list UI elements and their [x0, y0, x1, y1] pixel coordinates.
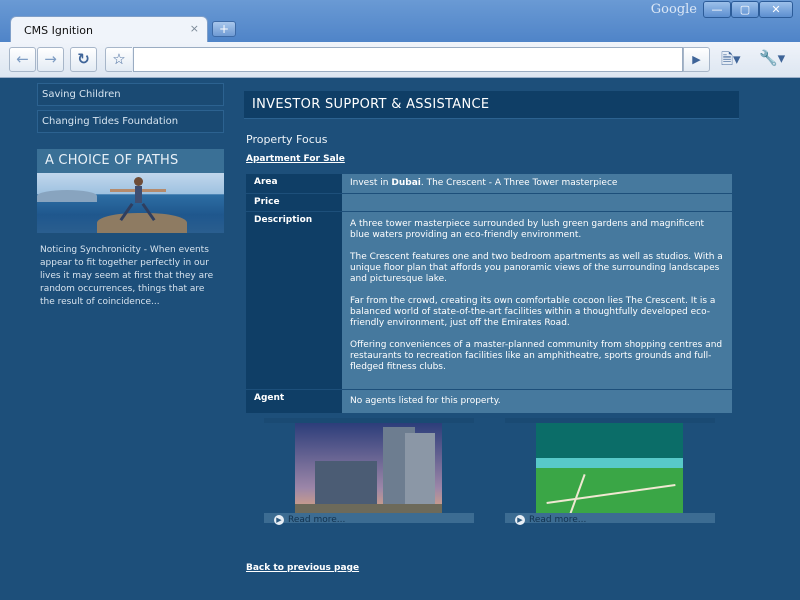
minimize-button[interactable]: — [703, 1, 731, 18]
new-tab-button[interactable]: + [212, 21, 236, 37]
agent-label: Agent [246, 390, 342, 413]
play-circle-icon: ▶ [274, 515, 284, 525]
thumbnail-towers[interactable]: ▶ Read more... [264, 418, 474, 525]
back-button[interactable]: ← [9, 47, 36, 72]
read-more-label: Read more... [529, 515, 587, 525]
photo-hill [37, 190, 97, 202]
yoga-photo[interactable] [37, 173, 224, 233]
price-value [342, 194, 732, 211]
map-header [536, 423, 683, 458]
photo-figure-body [135, 186, 142, 203]
area-city: Dubai [391, 178, 421, 188]
reload-button[interactable]: ↻ [70, 47, 97, 72]
apartment-for-sale-link[interactable]: Apartment For Sale [244, 154, 345, 164]
description-paragraph: Offering conveniences of a master-planne… [350, 340, 723, 372]
wrench-icon: 🔧▾ [759, 49, 786, 67]
page-icon: 🗎▾ [721, 50, 741, 68]
description-paragraph: The Crescent features one and two bedroo… [350, 252, 723, 284]
tools-menu-button[interactable]: 🔧▾ [759, 49, 785, 67]
close-window-button[interactable]: ✕ [759, 1, 793, 18]
browser-brand: Google [650, 2, 697, 17]
thumbnail-caption-bar: ▶ Read more... [505, 513, 715, 525]
choice-of-paths-heading: A CHOICE OF PATHS [37, 149, 224, 173]
price-label: Price [246, 194, 342, 211]
arrow-left-icon: ← [16, 50, 29, 68]
bookmark-star-button[interactable]: ☆ [105, 47, 132, 72]
title-bar: Google — ▢ ✕ CMS Ignition × + [0, 0, 800, 43]
reload-icon: ↻ [77, 50, 90, 68]
arrow-right-icon: → [44, 50, 57, 68]
star-icon: ☆ [112, 50, 126, 68]
go-button[interactable]: ▶ [683, 47, 710, 72]
forward-button[interactable]: → [37, 47, 64, 72]
play-icon: ▶ [692, 53, 701, 66]
sidebar-link-changing-tides[interactable]: Changing Tides Foundation [37, 110, 224, 133]
area-value: Invest in Dubai. The Crescent - A Three … [342, 174, 732, 193]
table-row: Price [246, 194, 732, 211]
area-label: Area [246, 174, 342, 193]
property-table: Area Invest in Dubai. The Crescent - A T… [246, 173, 732, 414]
tab-close-icon[interactable]: × [190, 22, 199, 35]
page-content: Saving Children Changing Tides Foundatio… [0, 79, 800, 600]
page-menu-button[interactable]: 🗎▾ [721, 49, 741, 74]
tab-title: CMS Ignition [24, 24, 93, 37]
photo-figure-head [134, 177, 143, 186]
table-row: Description A three tower masterpiece su… [246, 212, 732, 389]
sidebar: Saving Children Changing Tides Foundatio… [37, 79, 224, 309]
description-label: Description [246, 212, 342, 389]
read-more-link[interactable]: ▶ Read more... [515, 515, 586, 525]
agent-value: No agents listed for this property. [342, 390, 732, 413]
back-to-previous-page-link[interactable]: Back to previous page [246, 563, 359, 573]
photo-rock [97, 213, 187, 233]
thumbnail-site-map[interactable]: ▶ Read more... [505, 418, 715, 525]
section-heading: INVESTOR SUPPORT & ASSISTANCE [244, 91, 739, 119]
main-content: INVESTOR SUPPORT & ASSISTANCE Property F… [244, 79, 739, 573]
browser-toolbar: ← → ↻ ☆ ▶ 🗎▾ 🔧▾ [0, 42, 800, 78]
sidebar-link-saving-children[interactable]: Saving Children [37, 83, 224, 106]
maximize-button[interactable]: ▢ [731, 1, 759, 18]
table-row: Area Invest in Dubai. The Crescent - A T… [246, 174, 732, 193]
address-bar[interactable] [133, 47, 683, 72]
read-more-link[interactable]: ▶ Read more... [274, 515, 345, 525]
area-suffix: . The Crescent - A Three Tower masterpie… [420, 178, 618, 188]
browser-tab[interactable]: CMS Ignition × [10, 16, 208, 43]
map-water [536, 458, 683, 468]
read-more-label: Read more... [288, 515, 346, 525]
site-map-image[interactable] [536, 423, 683, 516]
table-row: Agent No agents listed for this property… [246, 390, 732, 413]
property-focus-label: Property Focus [246, 133, 328, 146]
area-prefix: Invest in [350, 178, 392, 188]
thumbnail-gallery: ▶ Read more... ▶ Read more... [264, 418, 734, 525]
play-circle-icon: ▶ [515, 515, 525, 525]
choice-of-paths-text: Noticing Synchronicity - When events app… [40, 245, 214, 307]
description-paragraph: Far from the crowd, creating its own com… [350, 296, 716, 328]
thumbnail-caption-bar: ▶ Read more... [264, 513, 474, 525]
towers-photo[interactable] [295, 423, 442, 516]
description-value: A three tower masterpiece surrounded by … [342, 212, 732, 389]
description-paragraph: A three tower masterpiece surrounded by … [350, 219, 705, 240]
